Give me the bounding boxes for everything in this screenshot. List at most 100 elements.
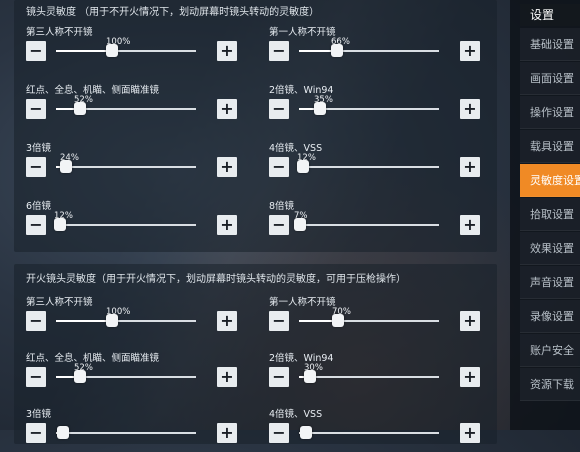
- slider-thumb[interactable]: [106, 314, 118, 327]
- sensitivity-label: 4倍镜、VSS: [269, 409, 323, 420]
- sensitivity-label: 8倍镜: [269, 201, 295, 212]
- increase-button[interactable]: +: [460, 423, 480, 443]
- sensitivity-control: 4倍镜、VSS − +: [269, 406, 480, 452]
- sidebar-item[interactable]: 操作设置: [520, 96, 580, 129]
- slider-thumb[interactable]: [304, 370, 316, 383]
- sensitivity-slider[interactable]: 24%: [56, 153, 196, 173]
- sidebar-item[interactable]: 载具设置: [520, 130, 580, 163]
- settings-sidebar: 设置 基础设置 画面设置 操作设置 载具设置 灵敏度设置 拾取设置 效果设置 声音设置 录像设置…: [510, 0, 580, 430]
- sensitivity-slider[interactable]: 70%: [299, 307, 439, 327]
- decrease-button[interactable]: −: [26, 215, 46, 235]
- sidebar-item[interactable]: 录像设置: [520, 300, 580, 333]
- sensitivity-control: 3倍镜 −24% +: [26, 140, 237, 186]
- decrease-button[interactable]: −: [26, 423, 46, 443]
- increase-button[interactable]: +: [217, 423, 237, 443]
- sensitivity-control: 红点、全息、机瞄、侧面瞄准镜 −52% +: [26, 350, 237, 396]
- sensitivity-control: 第一人称不开镜 −70% +: [269, 294, 480, 340]
- sensitivity-label: 3倍镜: [26, 409, 52, 420]
- sensitivity-slider[interactable]: [56, 426, 196, 439]
- decrease-button[interactable]: −: [26, 41, 46, 61]
- sidebar-item[interactable]: 资源下载: [520, 368, 580, 401]
- sensitivity-control: 第一人称不开镜 −66% +: [269, 24, 480, 70]
- increase-button[interactable]: +: [217, 311, 237, 331]
- sensitivity-control: 6倍镜 −12% +: [26, 198, 237, 244]
- sensitivity-slider[interactable]: [299, 426, 439, 439]
- sensitivity-control: 第三人称不开镜 −100% +: [26, 24, 237, 70]
- slider-thumb[interactable]: [74, 102, 86, 115]
- sensitivity-label: 4倍镜、VSS: [269, 143, 323, 154]
- increase-button[interactable]: +: [217, 215, 237, 235]
- sidebar-item[interactable]: 基础设置: [520, 28, 580, 61]
- sensitivity-slider[interactable]: 35%: [299, 95, 439, 115]
- sidebar-item[interactable]: 效果设置: [520, 232, 580, 265]
- sensitivity-label: 第一人称不开镜: [269, 27, 336, 38]
- sensitivity-control: 红点、全息、机瞄、侧面瞄准镜 −52% +: [26, 82, 237, 128]
- decrease-button[interactable]: −: [26, 367, 46, 387]
- increase-button[interactable]: +: [460, 367, 480, 387]
- increase-button[interactable]: +: [460, 99, 480, 119]
- slider-fill: [56, 320, 112, 322]
- fire-sensitivity-title: 开火镜头灵敏度（用于开火情况下，划动屏幕时镜头转动的灵敏度，可用于压枪操作）: [26, 274, 406, 285]
- increase-button[interactable]: +: [217, 367, 237, 387]
- sidebar-item[interactable]: 画面设置: [520, 62, 580, 95]
- sensitivity-slider[interactable]: 30%: [299, 363, 439, 383]
- sensitivity-label: 6倍镜: [26, 201, 52, 212]
- decrease-button[interactable]: −: [269, 311, 289, 331]
- sensitivity-control: 2倍镜、Win94 −30% +: [269, 350, 480, 396]
- fire-sensitivity-panel: 开火镜头灵敏度（用于开火情况下，划动屏幕时镜头转动的灵敏度，可用于压枪操作） 第…: [14, 264, 497, 444]
- sidebar-title: 设置: [520, 4, 580, 26]
- increase-button[interactable]: +: [460, 215, 480, 235]
- sensitivity-control: 3倍镜 − +: [26, 406, 237, 452]
- sidebar-item[interactable]: 账户安全: [520, 334, 580, 367]
- slider-thumb[interactable]: [106, 44, 118, 57]
- increase-button[interactable]: +: [217, 99, 237, 119]
- increase-button[interactable]: +: [217, 41, 237, 61]
- sensitivity-slider[interactable]: 7%: [294, 211, 439, 231]
- decrease-button[interactable]: −: [26, 311, 46, 331]
- sensitivity-label: 红点、全息、机瞄、侧面瞄准镜: [26, 353, 160, 364]
- slider-thumb[interactable]: [332, 314, 344, 327]
- decrease-button[interactable]: −: [26, 157, 46, 177]
- sensitivity-label: 2倍镜、Win94: [269, 85, 334, 96]
- increase-button[interactable]: +: [460, 41, 480, 61]
- slider-thumb[interactable]: [74, 370, 86, 383]
- sensitivity-label: 3倍镜: [26, 143, 52, 154]
- sensitivity-label: 第三人称不开镜: [26, 27, 93, 38]
- sensitivity-slider[interactable]: 52%: [56, 95, 196, 115]
- increase-button[interactable]: +: [460, 311, 480, 331]
- scope-sensitivity-title: 镜头灵敏度 （用于不开火情况下，划动屏幕时镜头转动的灵敏度）: [26, 7, 320, 18]
- sensitivity-slider[interactable]: 12%: [297, 153, 439, 173]
- sensitivity-slider[interactable]: 52%: [56, 363, 196, 383]
- sensitivity-slider[interactable]: 100%: [56, 307, 196, 327]
- sensitivity-control: 2倍镜、Win94 −35% +: [269, 82, 480, 128]
- decrease-button[interactable]: −: [269, 157, 289, 177]
- slider-thumb[interactable]: [314, 102, 326, 115]
- sensitivity-label: 红点、全息、机瞄、侧面瞄准镜: [26, 85, 160, 96]
- sidebar-item[interactable]: 灵敏度设置: [520, 164, 580, 197]
- sensitivity-label: 第一人称不开镜: [269, 297, 336, 308]
- slider-thumb[interactable]: [57, 426, 69, 439]
- slider-fill: [56, 50, 112, 52]
- sensitivity-slider[interactable]: 12%: [54, 211, 196, 231]
- sidebar-item[interactable]: 拾取设置: [520, 198, 580, 231]
- slider-thumb[interactable]: [54, 218, 66, 231]
- decrease-button[interactable]: −: [269, 215, 289, 235]
- slider-thumb[interactable]: [297, 160, 309, 173]
- slider-thumb[interactable]: [294, 218, 306, 231]
- increase-button[interactable]: +: [217, 157, 237, 177]
- decrease-button[interactable]: −: [269, 41, 289, 61]
- slider-thumb[interactable]: [300, 426, 312, 439]
- slider-thumb[interactable]: [331, 44, 343, 57]
- decrease-button[interactable]: −: [26, 99, 46, 119]
- decrease-button[interactable]: −: [269, 367, 289, 387]
- sensitivity-label: 2倍镜、Win94: [269, 353, 334, 364]
- sensitivity-slider[interactable]: 100%: [56, 37, 196, 57]
- decrease-button[interactable]: −: [269, 423, 289, 443]
- sidebar-item[interactable]: 声音设置: [520, 266, 580, 299]
- sensitivity-control: 4倍镜、VSS −12% +: [269, 140, 480, 186]
- sensitivity-label: 第三人称不开镜: [26, 297, 93, 308]
- decrease-button[interactable]: −: [269, 99, 289, 119]
- sensitivity-slider[interactable]: 66%: [299, 37, 439, 57]
- increase-button[interactable]: +: [460, 157, 480, 177]
- slider-thumb[interactable]: [60, 160, 72, 173]
